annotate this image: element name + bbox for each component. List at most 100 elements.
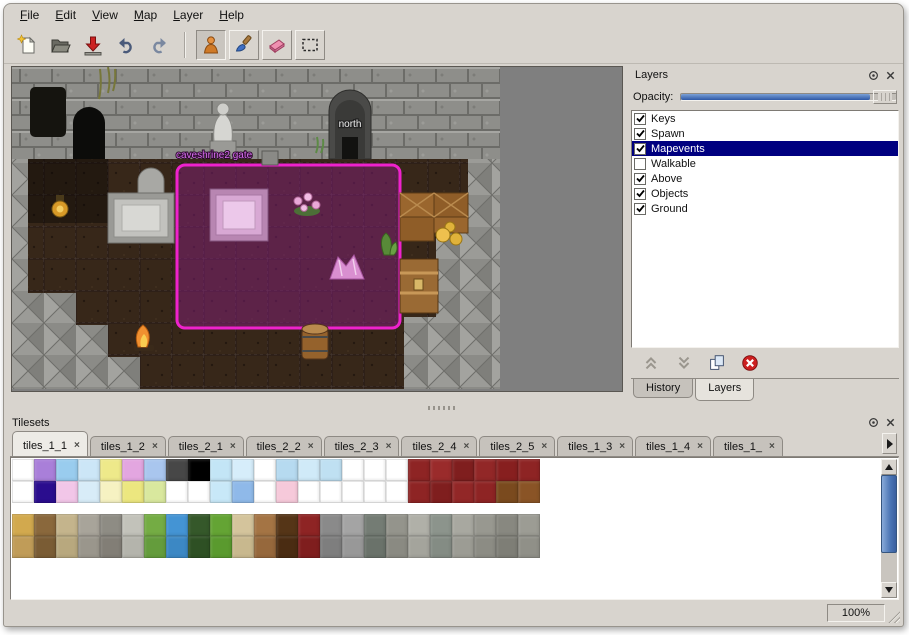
tileset-tile[interactable] [430,481,452,503]
undo-button[interactable] [111,30,141,60]
opacity-slider[interactable] [680,90,897,104]
tileset-tile[interactable] [320,536,342,558]
tab-close-icon[interactable]: × [74,441,80,451]
scrollbar-track[interactable] [881,553,897,582]
tileset-tile[interactable] [34,514,56,536]
tileset-tile[interactable] [496,481,518,503]
tileset-tile[interactable] [474,481,496,503]
tileset-tile[interactable] [342,459,364,481]
lower-layer-button[interactable] [672,351,696,375]
layer-row-spawn[interactable]: Spawn [632,126,898,141]
tileset-tile[interactable] [122,536,144,558]
tileset-tile[interactable] [386,481,408,503]
tileset-tile[interactable] [12,536,34,558]
tileset-tile[interactable] [408,514,430,536]
tileset-tab-tiles_2_1[interactable]: tiles_2_1× [168,436,244,456]
tileset-tile[interactable] [166,536,188,558]
tileset-tile[interactable] [254,459,276,481]
tileset-tab-tiles_1_3[interactable]: tiles_1_3× [557,436,633,456]
tab-close-icon[interactable]: × [541,442,547,452]
tileset-tile[interactable] [166,514,188,536]
close-panel-button[interactable] [883,68,897,82]
open-button[interactable] [45,30,75,60]
tileset-tile[interactable] [342,536,364,558]
tileset-tile[interactable] [78,459,100,481]
tileset-tile[interactable] [276,481,298,503]
menu-edit[interactable]: Edit [47,5,84,25]
tileset-tile[interactable] [144,514,166,536]
select-tool-button[interactable] [295,30,325,60]
tileset-tile[interactable] [78,536,100,558]
tileset-tile[interactable] [144,481,166,503]
menu-file[interactable]: File [12,5,47,25]
layer-visible-checkbox[interactable] [634,128,646,140]
tileset-tab-tiles_2_4[interactable]: tiles_2_4× [401,436,477,456]
tileset-tile[interactable] [408,459,430,481]
tab-close-icon[interactable]: × [308,442,314,452]
tileset-tile[interactable] [430,536,452,558]
tileset-tab-tiles_2_5[interactable]: tiles_2_5× [479,436,555,456]
tileset-tile[interactable] [452,536,474,558]
layer-row-mapevents[interactable]: Mapevents [632,141,898,156]
tab-close-icon[interactable]: × [464,442,470,452]
tileset-tab-tiles_1_1[interactable]: tiles_1_1× [12,431,88,456]
duplicate-layer-button[interactable] [705,351,729,375]
tileset-tile[interactable] [188,481,210,503]
tab-close-icon[interactable]: × [769,442,775,452]
tileset-tile[interactable] [518,459,540,481]
close-tilesets-button[interactable] [883,416,897,430]
tileset-grid[interactable] [12,459,898,558]
tab-layers[interactable]: Layers [695,379,754,401]
layer-visible-checkbox[interactable] [634,113,646,125]
tileset-tile[interactable] [188,459,210,481]
tab-close-icon[interactable]: × [152,442,158,452]
layer-row-ground[interactable]: Ground [632,201,898,216]
scroll-up-button[interactable] [881,459,897,475]
tileset-tile[interactable] [320,514,342,536]
tab-close-icon[interactable]: × [619,442,625,452]
tileset-tile[interactable] [56,514,78,536]
tileset-tab-tiles_1_2[interactable]: tiles_1_2× [90,436,166,456]
tileset-tile[interactable] [166,459,188,481]
float-tilesets-button[interactable] [866,416,880,430]
resize-grip[interactable] [887,610,900,623]
layer-row-keys[interactable]: Keys [632,111,898,126]
tileset-tile[interactable] [12,481,34,503]
tab-scroll-right-button[interactable] [882,433,897,454]
tileset-tile[interactable] [276,514,298,536]
tileset-tile[interactable] [474,536,496,558]
layer-row-objects[interactable]: Objects [632,186,898,201]
tileset-tile[interactable] [430,514,452,536]
save-button[interactable] [78,30,108,60]
tab-history[interactable]: History [633,379,693,398]
eraser-tool-button[interactable] [262,30,292,60]
layer-visible-checkbox[interactable] [634,158,646,170]
tileset-tile[interactable] [78,514,100,536]
tileset-tile[interactable] [474,459,496,481]
tileset-tile[interactable] [298,459,320,481]
tileset-tile[interactable] [386,459,408,481]
menu-help[interactable]: Help [211,5,252,25]
tileset-tile[interactable] [518,514,540,536]
raise-layer-button[interactable] [639,351,663,375]
tileset-tab-tiles_2_3[interactable]: tiles_2_3× [324,436,400,456]
tileset-tile[interactable] [56,459,78,481]
tileset-tile[interactable] [100,459,122,481]
brush-tool-button[interactable] [229,30,259,60]
menu-layer[interactable]: Layer [165,5,211,25]
horizontal-splitter[interactable] [4,402,903,414]
tileset-tile[interactable] [430,459,452,481]
tileset-tile[interactable] [320,459,342,481]
tileset-tile[interactable] [408,536,430,558]
tileset-tab-tiles_1_4[interactable]: tiles_1_4× [635,436,711,456]
tileset-tile[interactable] [254,481,276,503]
tileset-tab-tiles_2_2[interactable]: tiles_2_2× [246,436,322,456]
tileset-tile[interactable] [364,514,386,536]
layer-visible-checkbox[interactable] [634,173,646,185]
tileset-tile[interactable] [496,459,518,481]
tab-close-icon[interactable]: × [697,442,703,452]
tileset-tile[interactable] [452,514,474,536]
tileset-tile[interactable] [122,459,144,481]
tileset-tile[interactable] [254,536,276,558]
tileset-tile[interactable] [166,481,188,503]
